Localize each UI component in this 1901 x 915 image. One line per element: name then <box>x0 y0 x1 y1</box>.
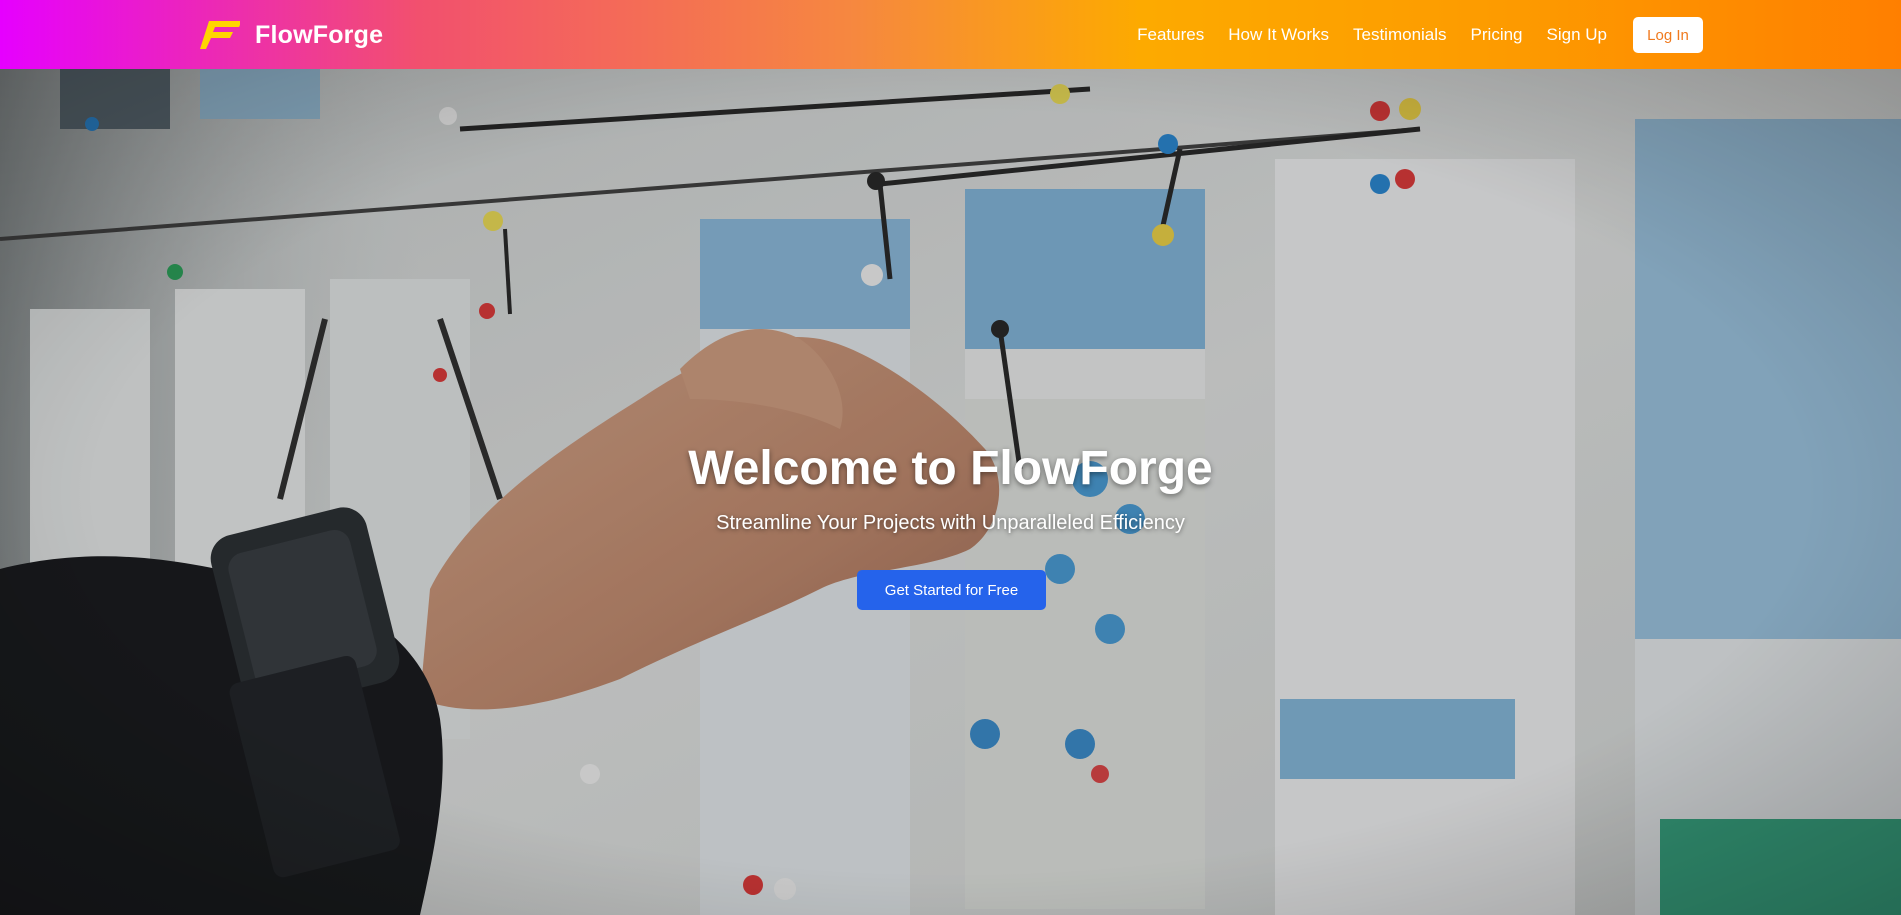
main-menu: Features How It Works Testimonials Prici… <box>1137 17 1703 53</box>
hero-content: Welcome to FlowForge Streamline Your Pro… <box>0 69 1901 915</box>
hero-section: Welcome to FlowForge Streamline Your Pro… <box>0 69 1901 915</box>
bolt-f-logo-icon <box>200 21 240 49</box>
nav-link-sign-up[interactable]: Sign Up <box>1547 25 1607 45</box>
brand-logo-link[interactable]: FlowForge <box>200 18 383 52</box>
nav-link-features[interactable]: Features <box>1137 25 1204 45</box>
brand-name: FlowForge <box>255 20 384 49</box>
nav-link-pricing[interactable]: Pricing <box>1471 25 1523 45</box>
top-navbar: FlowForge Features How It Works Testimon… <box>0 0 1901 69</box>
hero-subtitle: Streamline Your Projects with Unparallel… <box>716 512 1185 534</box>
nav-link-testimonials[interactable]: Testimonials <box>1353 25 1447 45</box>
hero-title: Welcome to FlowForge <box>688 442 1213 495</box>
get-started-button[interactable]: Get Started for Free <box>857 570 1046 610</box>
nav-link-how-it-works[interactable]: How It Works <box>1228 25 1329 45</box>
login-button[interactable]: Log In <box>1633 17 1703 53</box>
